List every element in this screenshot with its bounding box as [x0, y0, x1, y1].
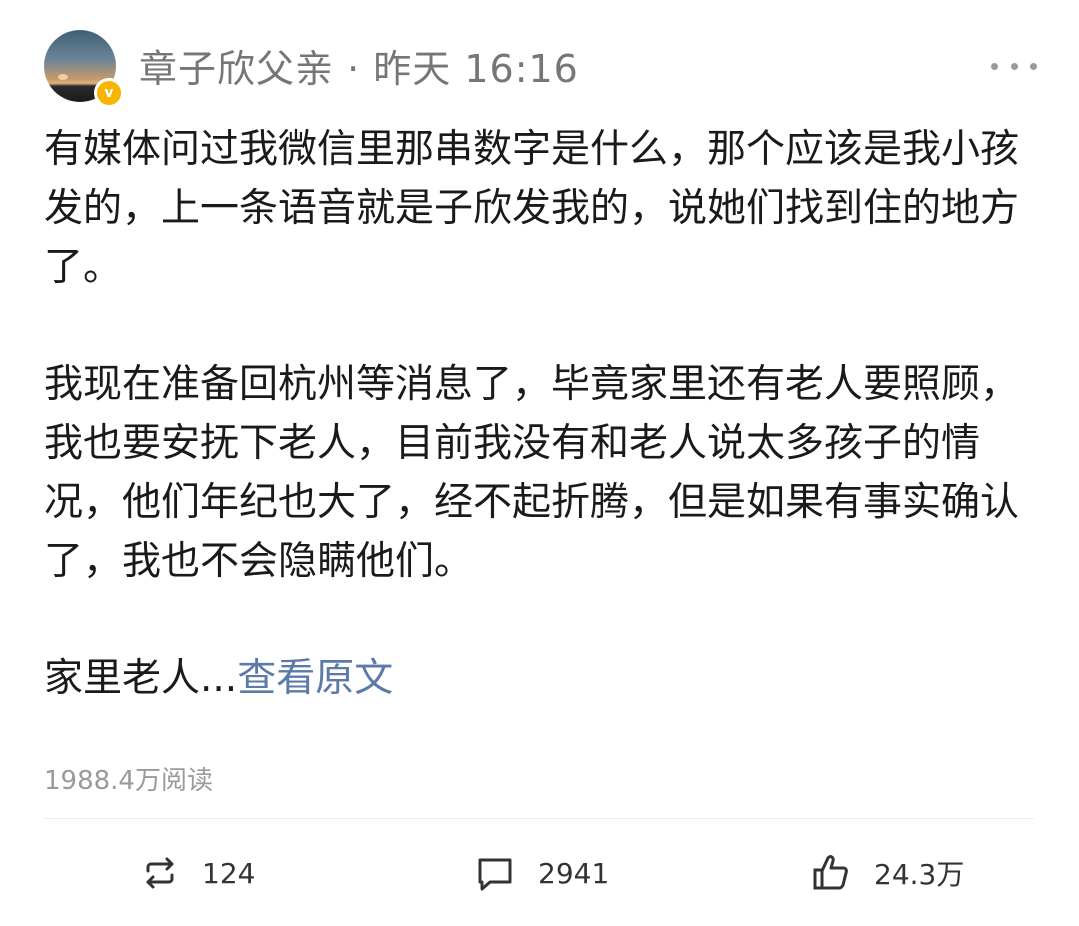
post-header: v 章子欣父亲 · 昨天 16:16 — [44, 30, 1039, 108]
post-truncated-paragraph: 家里老人...查看原文 — [44, 649, 1034, 708]
like-count: 24.3万 — [874, 858, 965, 891]
comment-icon — [474, 852, 516, 894]
more-dot — [991, 62, 998, 70]
verified-badge-icon: v — [94, 78, 124, 108]
repost-icon — [140, 853, 180, 893]
repost-button[interactable]: 124 — [140, 848, 255, 898]
read-more-link[interactable]: 查看原文 — [237, 656, 393, 701]
truncated-text: 家里老人... — [44, 656, 238, 701]
post-paragraph: 我现在准备回杭州等消息了，毕竟家里还有老人要照顾，我也要安抚下老人，目前我没有和… — [44, 362, 1020, 584]
avatar-sunset — [58, 74, 68, 80]
more-horizontal-icon[interactable] — [991, 54, 1037, 78]
comment-button[interactable]: 2941 — [474, 848, 609, 898]
post-time: 昨天 16:16 — [373, 47, 579, 91]
post-body: 有媒体问过我微信里那串数字是什么，那个应该是我小孩发的，上一条语音就是子欣发我的… — [44, 120, 1034, 708]
like-button[interactable]: 24.3万 — [810, 848, 964, 898]
action-bar: 124 2941 24.3万 — [0, 848, 1079, 898]
more-dot — [1030, 62, 1037, 70]
author-separator: · — [334, 47, 374, 91]
divider — [44, 818, 1034, 819]
more-dot — [1010, 62, 1018, 70]
author-name[interactable]: 章子欣父亲 — [139, 47, 334, 91]
read-count: 1988.4万阅读 — [44, 766, 213, 796]
comment-count: 2941 — [538, 856, 610, 890]
author-line: 章子欣父亲 · 昨天 16:16 — [139, 38, 579, 93]
thumbs-up-icon — [810, 852, 852, 894]
post-paragraph: 有媒体问过我微信里那串数字是什么，那个应该是我小孩发的，上一条语音就是子欣发我的… — [44, 127, 1020, 290]
repost-count: 124 — [202, 856, 256, 890]
